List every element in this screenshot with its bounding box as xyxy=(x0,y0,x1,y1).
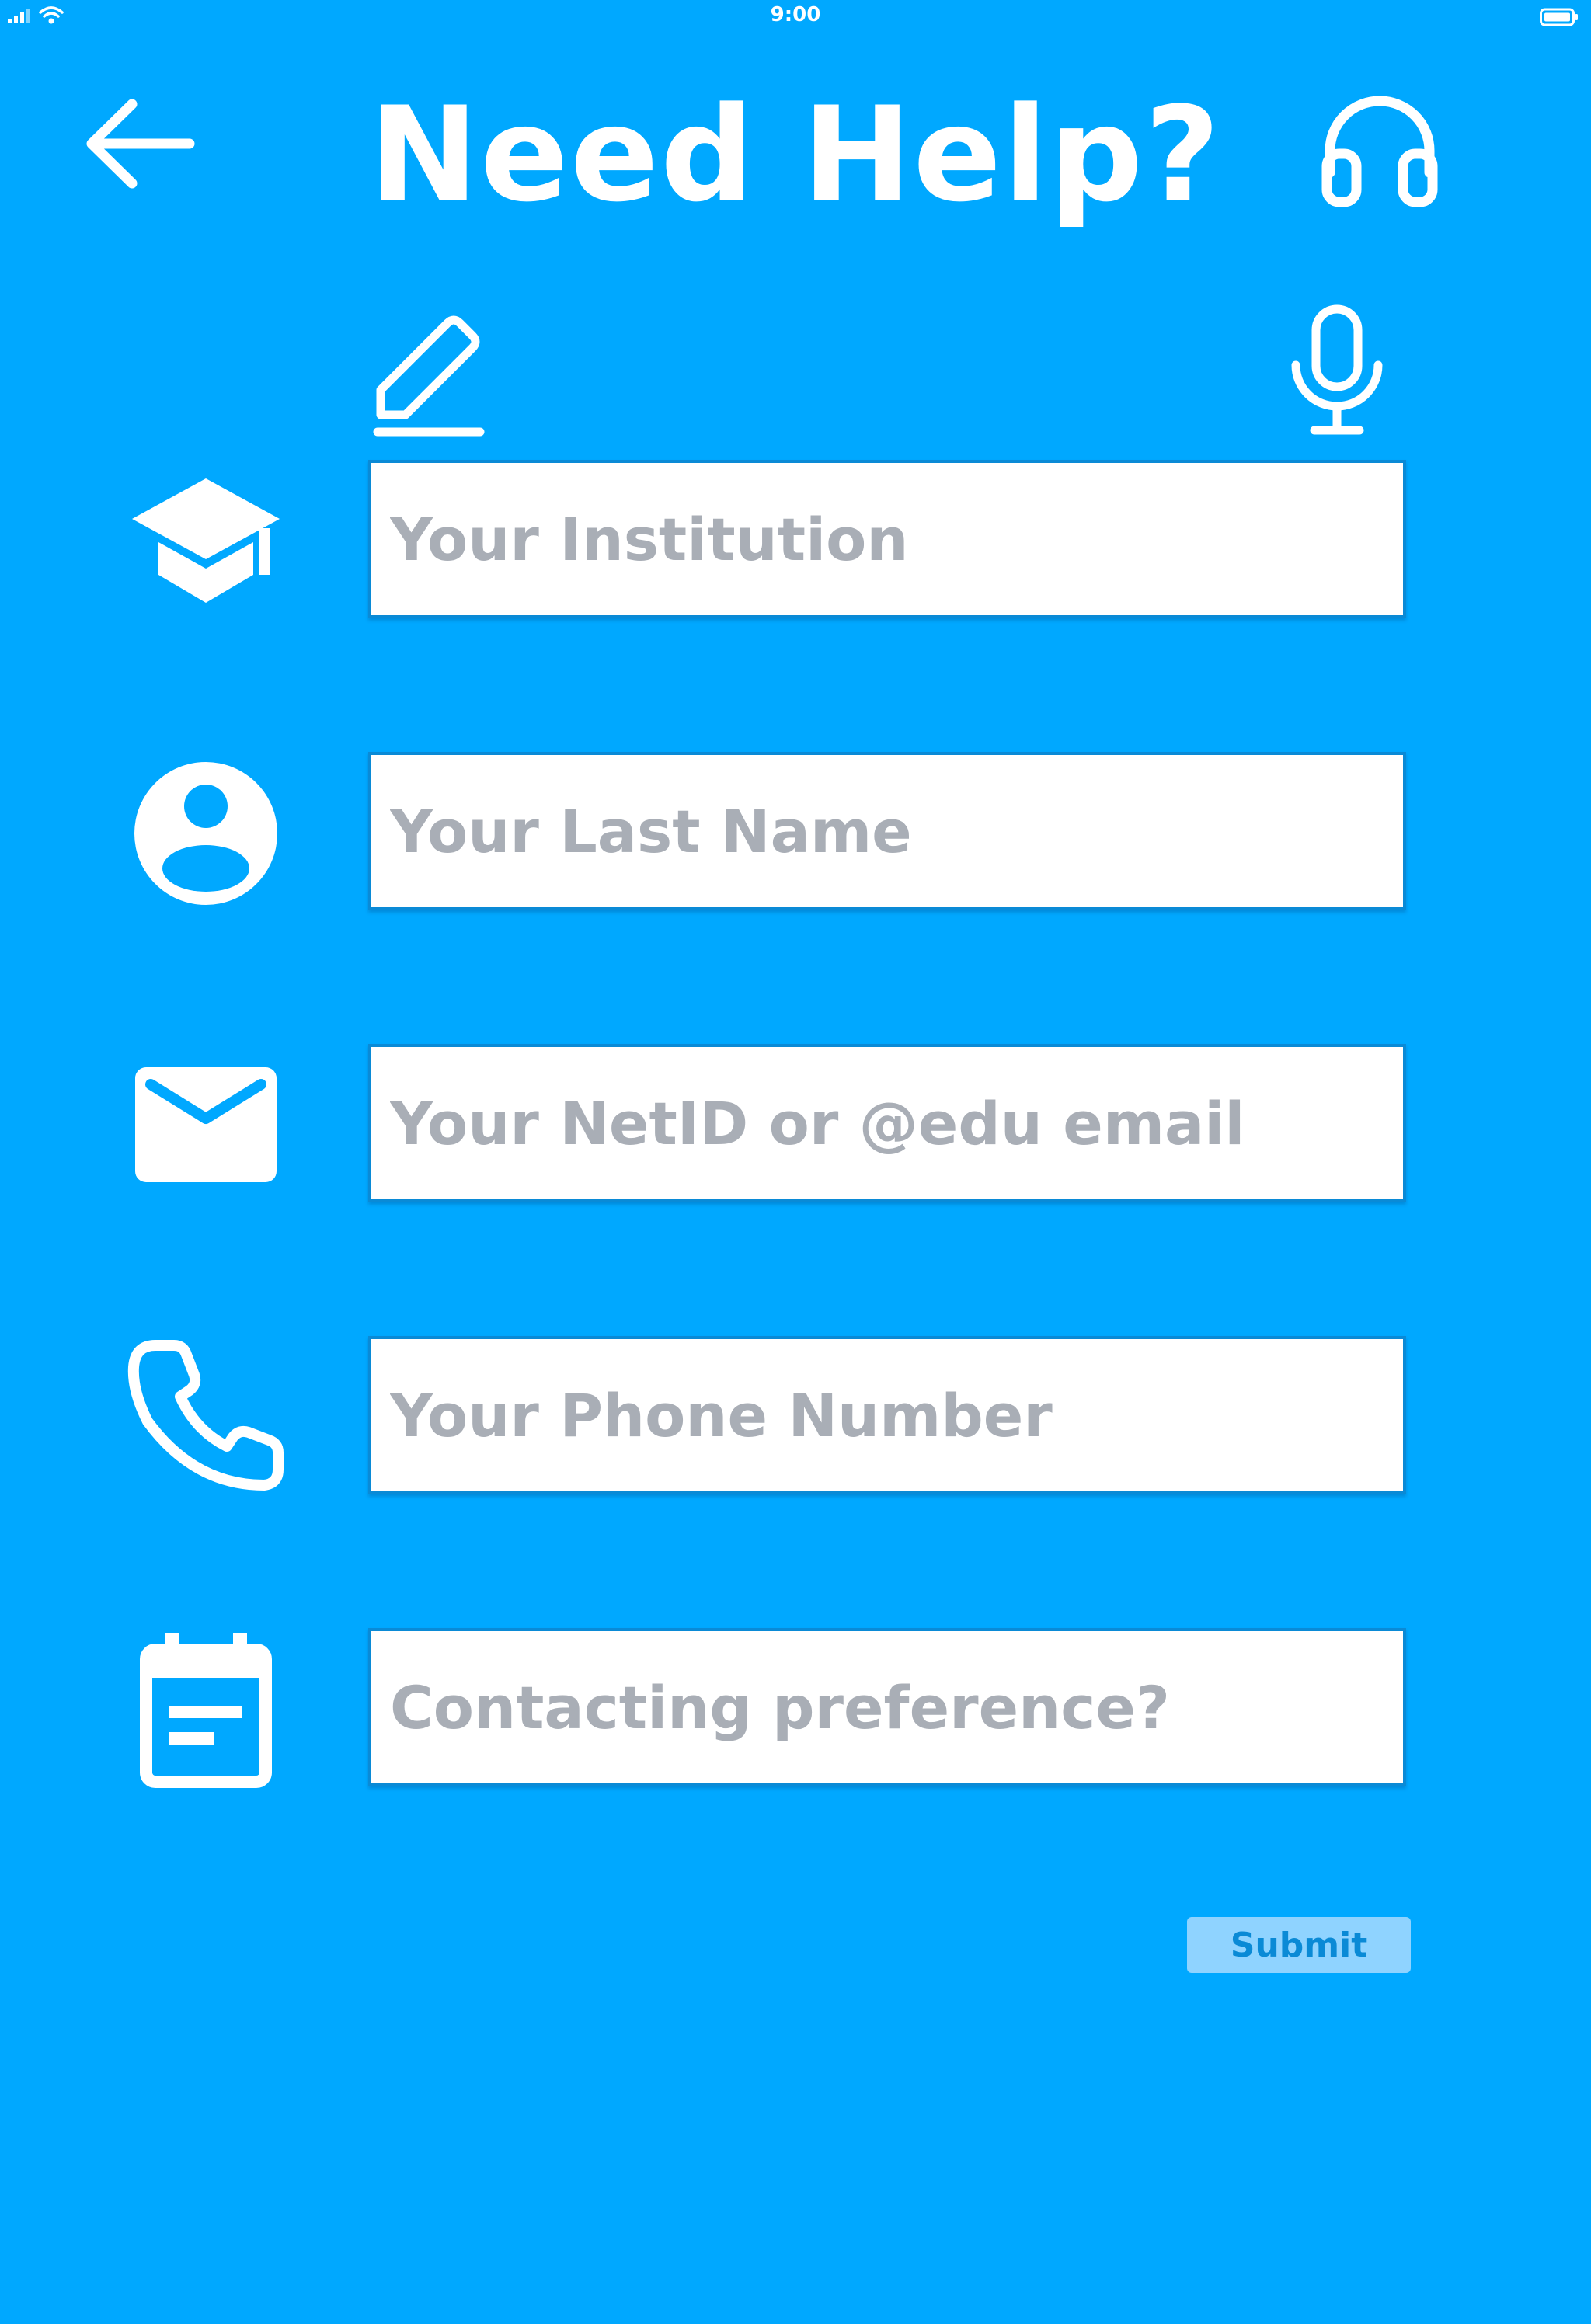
text-input-mode-button[interactable] xyxy=(370,304,491,437)
contact-preference-input[interactable] xyxy=(371,1631,1403,1783)
phone-field[interactable] xyxy=(368,1336,1406,1494)
calendar-icon xyxy=(124,1630,287,1793)
status-bar: 9:00 xyxy=(0,0,1591,34)
email-field[interactable] xyxy=(368,1044,1406,1202)
support-button[interactable] xyxy=(1318,87,1442,211)
contact-preference-field[interactable] xyxy=(368,1628,1406,1786)
submit-button[interactable]: Submit xyxy=(1187,1917,1411,1973)
microphone-icon xyxy=(1291,304,1383,435)
phone-icon xyxy=(124,1336,287,1499)
last-name-field[interactable] xyxy=(368,752,1406,910)
email-input[interactable] xyxy=(371,1047,1403,1199)
phone-input[interactable] xyxy=(371,1339,1403,1491)
institution-input[interactable] xyxy=(371,463,1403,615)
institution-field[interactable] xyxy=(368,460,1406,618)
last-name-input[interactable] xyxy=(371,755,1403,907)
voice-input-mode-button[interactable] xyxy=(1286,304,1387,437)
user-circle-icon xyxy=(124,752,287,915)
battery-icon xyxy=(1540,8,1578,26)
graduation-cap-icon xyxy=(124,458,287,621)
pencil-icon xyxy=(373,315,485,437)
headset-icon xyxy=(1321,96,1438,207)
status-time: 9:00 xyxy=(770,3,821,26)
envelope-icon xyxy=(124,1044,287,1207)
